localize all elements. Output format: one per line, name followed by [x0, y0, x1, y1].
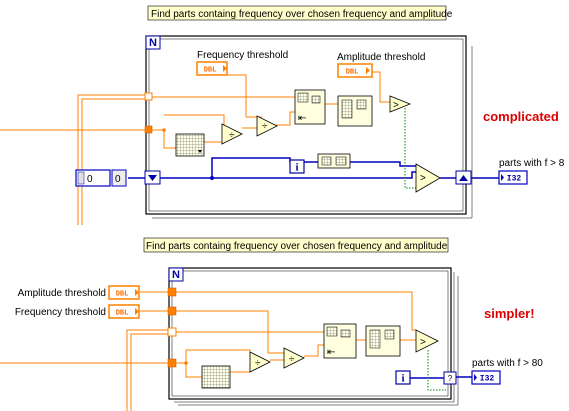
- top-loop-count-label: N: [149, 37, 157, 49]
- bottom-note: simpler!: [484, 306, 535, 321]
- bottom-amplitude-label: Amplitude threshold: [18, 288, 106, 299]
- bottom-indicator-type: I32: [480, 375, 495, 384]
- top-frequency-type: DBL: [204, 67, 217, 75]
- bottom-tunnel-1[interactable]: [167, 287, 177, 297]
- top-numeric-value: 0: [87, 174, 93, 185]
- svg-text:÷: ÷: [289, 354, 295, 365]
- bottom-iteration-label: i: [401, 373, 404, 385]
- bottom-tunnel-2[interactable]: [167, 306, 177, 316]
- top-diagram: Find parts containg frequency over chose…: [0, 5, 565, 225]
- top-amplitude-type: DBL: [346, 69, 359, 77]
- top-tunnel-1[interactable]: [144, 92, 153, 101]
- top-tunnel-2[interactable]: [144, 125, 153, 134]
- block-diagram: Find parts containg frequency over chose…: [0, 5, 565, 411]
- bottom-indicator-label: parts with f > 80: [472, 358, 543, 369]
- svg-text:>: >: [420, 173, 426, 184]
- svg-text:÷: ÷: [262, 121, 268, 132]
- svg-text:⇤: ⇤: [298, 113, 306, 124]
- bottom-frequency-type: DBL: [116, 310, 129, 318]
- top-comment-text: Find parts containg frequency over chose…: [151, 9, 453, 20]
- top-numeric-index-value: 0: [115, 174, 121, 185]
- top-indicator-label: parts with f > 8: [499, 158, 565, 169]
- top-note: complicated: [483, 109, 559, 124]
- svg-text:⇤: ⇤: [327, 347, 335, 358]
- svg-text:>: >: [420, 337, 426, 348]
- top-indicator-type: I32: [507, 175, 522, 184]
- top-iteration-label: i: [295, 162, 298, 174]
- top-wire-junction: [210, 176, 214, 180]
- bottom-loop-count-label: N: [172, 269, 180, 281]
- bottom-amplitude-type: DBL: [116, 291, 129, 299]
- bottom-diagram: Find parts containg frequency over chose…: [0, 237, 543, 411]
- bottom-comment-text: Find parts containg frequency over chose…: [146, 241, 448, 252]
- top-frequency-label: Frequency threshold: [197, 50, 288, 61]
- top-amplitude-label: Amplitude threshold: [337, 52, 425, 63]
- svg-text:÷: ÷: [229, 130, 235, 141]
- bottom-tunnel-4[interactable]: [167, 358, 177, 368]
- svg-text:?: ?: [448, 374, 453, 383]
- bottom-frequency-label: Frequency threshold: [15, 307, 106, 318]
- svg-text:÷: ÷: [255, 358, 261, 369]
- svg-text:>: >: [393, 100, 399, 111]
- bottom-tunnel-3[interactable]: [167, 327, 177, 337]
- bottom-array-subset-node[interactable]: [201, 365, 231, 389]
- top-numeric-spinner[interactable]: [77, 171, 85, 185]
